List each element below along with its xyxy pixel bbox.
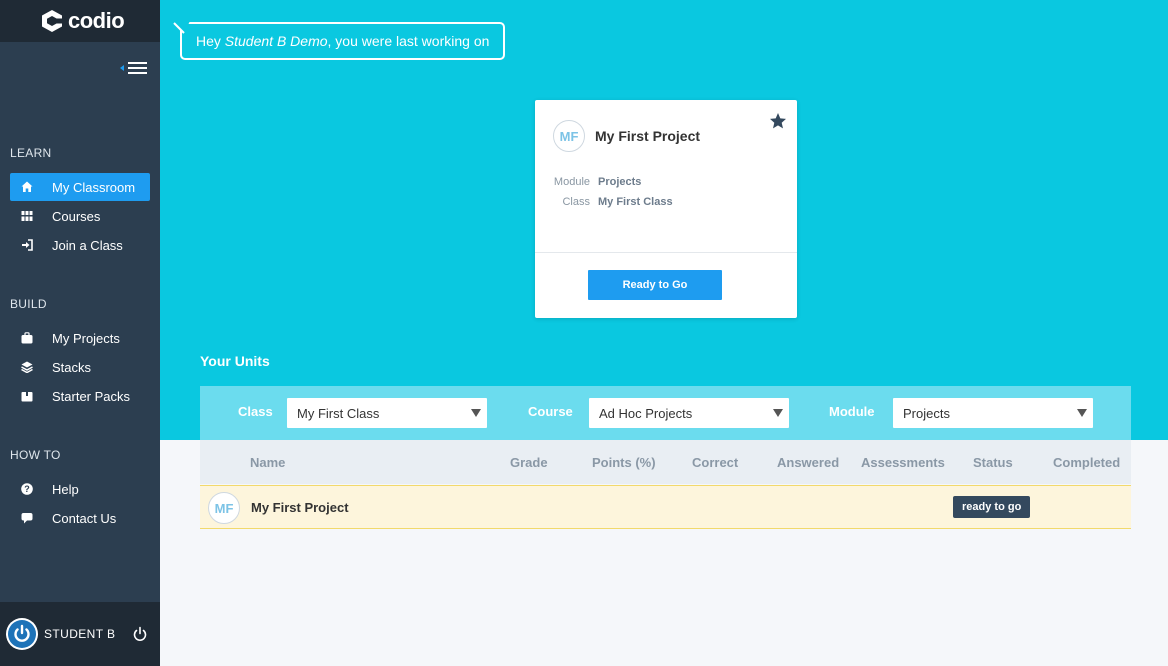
class-value: My First Class [598, 196, 673, 208]
module-label: Module [553, 176, 590, 188]
avatar[interactable] [6, 618, 38, 650]
table-row[interactable]: MF My First Project ready to go [200, 485, 1131, 529]
project-avatar: MF [553, 120, 585, 152]
module-value: Projects [598, 176, 642, 188]
chat-icon [20, 511, 34, 525]
sidebar-item-label: Contact Us [52, 510, 117, 526]
menu-collapse-icon[interactable] [120, 60, 148, 76]
briefcase-icon [20, 331, 34, 345]
sidebar-item-help[interactable]: ? Help [10, 475, 150, 503]
column-answered[interactable]: Answered [777, 455, 839, 470]
status-badge: ready to go [953, 496, 1031, 518]
course-select[interactable]: Ad Hoc Projects [589, 398, 789, 428]
codio-logo-icon [42, 10, 64, 32]
sidebar-item-label: Stacks [52, 359, 92, 375]
sign-in-icon [20, 238, 34, 252]
class-label: Class [562, 196, 590, 208]
module-select[interactable]: Projects [893, 398, 1093, 428]
greeting-suffix: , you were last working on [327, 33, 490, 49]
svg-text:?: ? [24, 484, 30, 494]
sidebar-item-courses[interactable]: Courses [10, 202, 150, 230]
brand[interactable]: codio [0, 0, 160, 42]
sidebar-item-my-classroom[interactable]: My Classroom [10, 173, 150, 201]
units-title: Your Units [200, 353, 270, 369]
units-filter-bar: Class My First Class Course Ad Hoc Proje… [200, 386, 1131, 440]
class-select-value: My First Class [297, 405, 380, 421]
sidebar-item-stacks[interactable]: Stacks [10, 353, 150, 381]
sidebar-item-label: My Classroom [52, 179, 136, 195]
sidebar-item-join-class[interactable]: Join a Class [10, 231, 150, 259]
layers-icon [20, 360, 34, 374]
units-table-header: Name Grade Points (%) Correct Answered A… [200, 440, 1131, 484]
section-build: BUILD [10, 297, 47, 311]
last-project-card: MF My First Project Module Projects Clas… [535, 100, 797, 318]
class-filter-label: Class [238, 404, 273, 419]
question-icon: ? [20, 482, 34, 496]
column-points[interactable]: Points (%) [592, 455, 656, 470]
sidebar-item-starter-packs[interactable]: Starter Packs [10, 382, 150, 410]
courses-icon [20, 209, 34, 223]
section-how-to: HOW TO [10, 448, 61, 462]
project-title[interactable]: My First Project [595, 128, 700, 144]
speech-tail-icon [173, 21, 190, 34]
caret-down-icon [471, 409, 481, 417]
sidebar-item-label: Starter Packs [52, 388, 131, 404]
sidebar-item-label: Help [52, 481, 79, 497]
module-select-value: Projects [903, 405, 950, 421]
sidebar-item-label: My Projects [52, 330, 120, 346]
column-completed[interactable]: Completed [1053, 455, 1120, 470]
sidebar-item-my-projects[interactable]: My Projects [10, 324, 150, 352]
logout-power-icon[interactable] [132, 626, 148, 642]
user-power-icon [8, 620, 36, 648]
column-name[interactable]: Name [250, 455, 285, 470]
greeting-user: Student B Demo [224, 33, 328, 49]
section-learn: LEARN [10, 146, 52, 160]
greeting-bubble: Hey Student B Demo, you were last workin… [173, 21, 506, 60]
ready-to-go-button[interactable]: Ready to Go [588, 270, 722, 300]
sidebar-item-label: Courses [52, 208, 101, 224]
sidebar: codio LEARN My Classroom Courses Join a … [0, 0, 160, 666]
star-icon[interactable] [769, 112, 787, 130]
caret-down-icon [773, 409, 783, 417]
module-filter-label: Module [829, 404, 875, 419]
user-name: STUDENT B [44, 627, 116, 641]
column-grade[interactable]: Grade [510, 455, 548, 470]
column-correct[interactable]: Correct [692, 455, 738, 470]
card-divider [535, 252, 797, 253]
unit-name[interactable]: My First Project [251, 500, 349, 515]
user-bar: STUDENT B [0, 602, 160, 666]
column-status[interactable]: Status [973, 455, 1013, 470]
column-assessments[interactable]: Assessments [861, 455, 945, 470]
package-icon [20, 389, 34, 403]
greeting-prefix: Hey [196, 33, 225, 49]
brand-name: codio [68, 8, 125, 33]
course-select-value: Ad Hoc Projects [599, 405, 693, 421]
home-icon [20, 180, 34, 194]
sidebar-item-label: Join a Class [52, 237, 123, 253]
class-select[interactable]: My First Class [287, 398, 487, 428]
sidebar-item-contact-us[interactable]: Contact Us [10, 504, 150, 532]
caret-down-icon [1077, 409, 1087, 417]
course-filter-label: Course [528, 404, 573, 419]
unit-avatar: MF [208, 492, 240, 524]
